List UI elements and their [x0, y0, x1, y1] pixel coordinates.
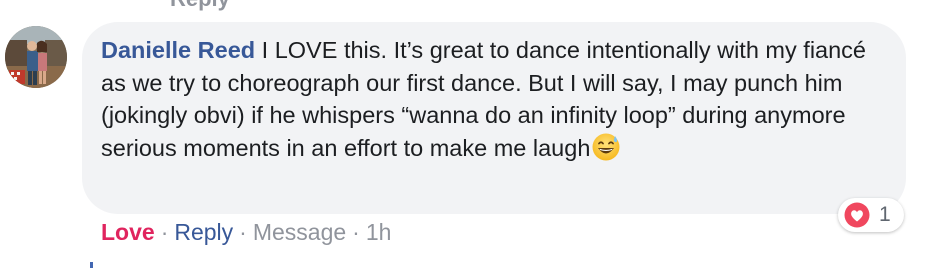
comment-body: Danielle Reed I LOVE this. It’s great to…	[101, 34, 891, 164]
reaction-summary[interactable]: 1	[838, 198, 904, 232]
separator-dot: ·	[352, 219, 360, 245]
grinning-sweat-emoji-icon	[591, 132, 621, 162]
author-name-link[interactable]: Danielle Reed	[101, 37, 255, 63]
avatar-photo	[5, 26, 67, 88]
reaction-count: 1	[879, 203, 891, 226]
reply-thread-indicator	[90, 262, 93, 268]
comment-actions: Love · Reply · Message · 1h	[101, 217, 391, 247]
love-heart-icon	[844, 202, 870, 228]
separator-dot: ·	[160, 219, 169, 245]
message-link[interactable]: Message	[253, 219, 346, 245]
reply-link[interactable]: Reply	[174, 219, 233, 245]
love-reaction-link[interactable]: Love	[101, 219, 155, 245]
previous-reply-link[interactable]: Reply	[170, 0, 230, 12]
avatar[interactable]	[5, 26, 67, 88]
comment-page: Reply Danielle Reed I LOVE this. It’s gr…	[0, 0, 946, 268]
timestamp-link[interactable]: 1h	[366, 219, 392, 245]
separator-dot: ·	[239, 219, 247, 245]
